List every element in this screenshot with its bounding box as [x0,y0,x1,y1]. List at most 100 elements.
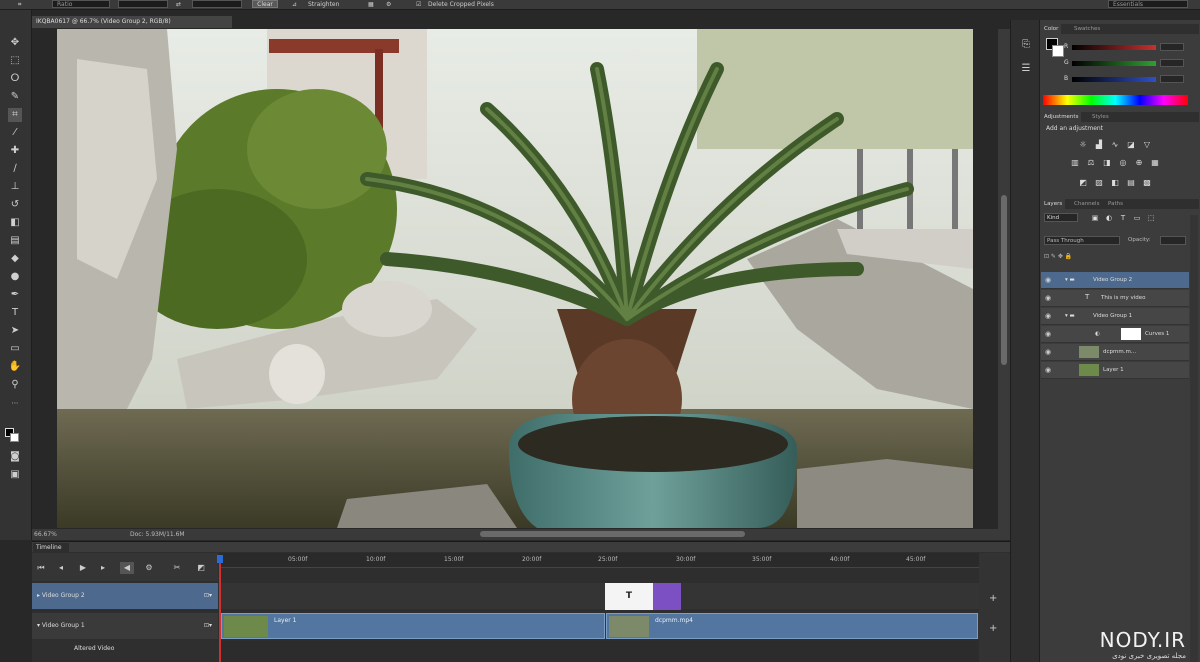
brightness-icon[interactable]: ☼ [1078,140,1088,150]
blur-tool-icon[interactable]: ◆ [8,252,22,266]
tab-adjustments[interactable]: Adjustments [1041,112,1082,122]
image-canvas[interactable] [57,29,973,528]
exposure-icon[interactable]: ◪ [1126,140,1136,150]
split-scissors-icon[interactable]: ✂ [170,562,184,574]
film-icon[interactable]: ⊡▾ [204,613,212,639]
filter-adjust-icon[interactable]: ◐ [1104,213,1114,223]
green-slider[interactable] [1072,61,1156,66]
layer-curves[interactable]: ◉ ◐ Curves 1 [1041,326,1189,343]
filter-type-icon[interactable]: T [1118,213,1128,223]
track-video-group-2[interactable]: ▸ Video Group 2 ⊡▾ [32,583,218,609]
track-area-video-group-2[interactable] [219,583,979,609]
visibility-eye-icon[interactable]: ◉ [1045,294,1051,302]
color-lookup-icon[interactable]: ▦ [1150,158,1160,168]
layer-filter-kind[interactable]: Kind [1044,213,1078,222]
quick-select-tool-icon[interactable]: ✎ [8,90,22,104]
curves-icon[interactable]: ∿ [1110,140,1120,150]
tab-color[interactable]: Color [1041,24,1062,34]
selective-color-icon[interactable]: ▩ [1142,178,1152,188]
playhead[interactable] [219,555,221,662]
tab-layers[interactable]: Layers [1041,199,1066,209]
prev-frame-icon[interactable]: ◂ [54,562,68,574]
eraser-tool-icon[interactable]: ◧ [8,216,22,230]
threshold-icon[interactable]: ◧ [1110,178,1120,188]
black-white-icon[interactable]: ◨ [1102,158,1112,168]
zoom-level[interactable]: 66.67% [34,531,57,538]
quick-mask-icon[interactable]: ◙ [8,450,22,464]
zoom-tool-icon[interactable]: ⚲ [8,378,22,392]
tab-timeline[interactable]: Timeline [33,543,69,552]
text-clip-transition[interactable] [653,583,681,610]
lasso-tool-icon[interactable]: ⵔ [8,72,22,86]
shape-tool-icon[interactable]: ▭ [8,342,22,356]
straighten-icon[interactable]: ⊿ [292,1,297,8]
settings-icon[interactable]: ⚙ [142,562,156,574]
channel-mixer-icon[interactable]: ⊕ [1134,158,1144,168]
add-media-icon[interactable]: + [989,623,997,634]
brush-tool-icon[interactable]: ∕ [8,162,22,176]
lock-icons[interactable]: ⊡ ✎ ✥ 🔒 [1044,253,1072,260]
play-icon[interactable]: ▶ [76,562,90,574]
layer-video-group-2[interactable]: ◉ ▾ ▬ Video Group 2 [1041,272,1189,289]
visibility-eye-icon[interactable]: ◉ [1045,330,1051,338]
background-color-swatch[interactable] [10,433,19,442]
filter-pixel-icon[interactable]: ▣ [1090,213,1100,223]
settings-gear-icon[interactable]: ⚙ [386,1,391,8]
visibility-eye-icon[interactable]: ◉ [1045,366,1051,374]
pen-tool-icon[interactable]: ✒ [8,288,22,302]
move-tool-icon[interactable]: ✥ [8,36,22,50]
filter-smart-icon[interactable]: ⬚ [1146,213,1156,223]
green-value-field[interactable] [1160,59,1184,67]
next-frame-icon[interactable]: ▸ [96,562,110,574]
width-field[interactable] [118,0,168,8]
red-value-field[interactable] [1160,43,1184,51]
clip-layer-1[interactable]: Layer 1 [221,613,605,639]
layer-dcpmm[interactable]: ◉ dcpmm.m... [1041,344,1189,361]
audio-icon[interactable]: ◀ [120,562,134,574]
first-frame-icon[interactable]: ⏮ [34,562,48,574]
invert-icon[interactable]: ◩ [1078,178,1088,188]
history-brush-icon[interactable]: ↺ [8,198,22,212]
type-tool-icon[interactable]: T [8,306,22,320]
tab-channels[interactable]: Channels [1071,199,1102,209]
track-video-group-1[interactable]: ▾ Video Group 1 ⊡▾ [32,613,218,639]
red-slider[interactable] [1072,45,1156,50]
crop-tool-icon[interactable]: ⌗ [18,1,21,9]
blue-value-field[interactable] [1160,75,1184,83]
marquee-tool-icon[interactable]: ⬚ [8,54,22,68]
eyedropper-tool-icon[interactable]: ⁄ [8,126,22,140]
overlay-icon[interactable]: ▦ [368,1,374,8]
track-area-altered-video[interactable] [219,641,979,662]
clip-dcpmm[interactable]: dcpmm.mp4 [606,613,978,639]
tab-paths[interactable]: Paths [1105,199,1126,209]
delete-cropped-checkbox[interactable]: ☑ [416,1,421,8]
visibility-eye-icon[interactable]: ◉ [1045,312,1051,320]
text-clip[interactable]: T [605,583,653,610]
vibrance-icon[interactable]: ▽ [1142,140,1152,150]
more-tools-icon[interactable]: ⋯ [8,396,22,410]
path-select-icon[interactable]: ➤ [8,324,22,338]
horizontal-scroll-thumb[interactable] [480,531,745,537]
photo-filter-icon[interactable]: ◎ [1118,158,1128,168]
screen-mode-icon[interactable]: ▣ [8,468,22,482]
visibility-eye-icon[interactable]: ◉ [1045,348,1051,356]
hue-saturation-icon[interactable]: ▥ [1070,158,1080,168]
history-panel-icon[interactable]: ⎘ [1019,38,1033,52]
workspace-select[interactable]: Essentials [1108,0,1188,8]
layers-scrollbar[interactable] [1190,215,1198,662]
hand-tool-icon[interactable]: ✋ [8,360,22,374]
playhead-handle[interactable] [217,555,223,563]
track-altered-video[interactable]: Altered Video [32,641,218,662]
clear-button[interactable]: Clear [252,0,278,8]
posterize-icon[interactable]: ▨ [1094,178,1104,188]
properties-panel-icon[interactable]: ☰ [1019,62,1033,76]
height-field[interactable] [192,0,242,8]
filter-shape-icon[interactable]: ▭ [1132,213,1142,223]
tab-styles[interactable]: Styles [1089,112,1112,122]
color-panel-background[interactable] [1052,45,1064,57]
color-spectrum[interactable] [1043,95,1188,105]
layer-1[interactable]: ◉ Layer 1 [1041,362,1189,379]
gradient-map-icon[interactable]: ▤ [1126,178,1136,188]
levels-icon[interactable]: ▟ [1094,140,1104,150]
transition-icon[interactable]: ◩ [194,562,208,574]
